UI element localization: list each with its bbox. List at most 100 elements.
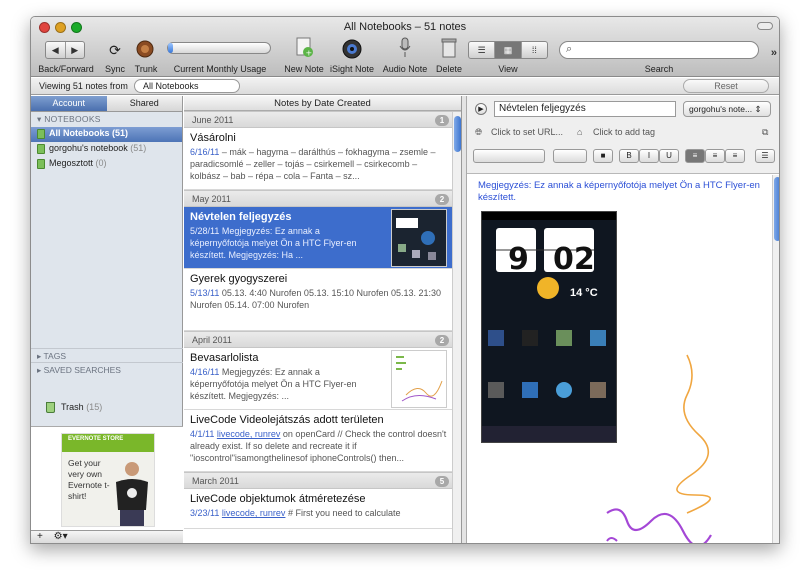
trash-icon [46,402,55,413]
sync-icon[interactable]: ⟳ [105,40,125,60]
notebook-count: (0) [95,158,107,168]
font-select[interactable] [473,149,545,163]
align-right-button[interactable]: ≡ [725,149,745,163]
view-label: View [498,64,518,74]
notebook-scope-dropdown[interactable]: All Notebooks [134,79,240,93]
filter-bar: Viewing 51 notes from All Notebooks Rese… [31,78,779,95]
note-thumbnail [391,350,447,408]
month-label: March 2011 [192,476,239,486]
notes-list-header[interactable]: Notes by Date Created [184,96,461,111]
notes-list-scrollbar[interactable] [452,112,461,543]
notebooks-section-header[interactable]: ▾ NOTEBOOKS [31,112,182,127]
note-tags[interactable]: livecode, runrev [217,429,281,439]
gear-icon[interactable]: ⚙▾ [54,531,68,542]
note-snippet: 3/23/11 livecode, runrev # First you nee… [190,507,449,519]
tab-account[interactable]: Account [31,96,107,111]
ad-brand: EVERNOTE STORE [62,434,154,452]
reset-button[interactable]: Reset [683,79,769,93]
sidebar-item-trash[interactable]: Trash (15) [31,402,183,413]
note-date: 5/28/11 [190,226,220,236]
note-title: Gyerek gyogyszerei [190,273,288,285]
note-editor: ▶ Névtelen feljegyzés gorgohu's note... … [467,96,779,543]
phone-clock-hour: 9 [508,242,529,277]
search-input[interactable]: ⌕ [559,41,759,59]
tags-section-header[interactable]: ▸ TAGS [31,348,183,362]
tag-field[interactable]: Click to add tag [593,127,655,137]
note-title: LiveCode Videolejátszás adott területen [190,414,384,426]
notebook-icon [37,144,45,154]
note-date: 4/1/11 [190,429,215,439]
bold-button[interactable]: B [619,149,639,163]
search-label: Search [644,64,674,74]
list-item[interactable]: Gyerek gyogyszerei 5/13/11 05.13. 4:40 N… [184,269,461,331]
sidebar: Account Shared ▾ NOTEBOOKS All Notebooks… [31,96,183,543]
isight-camera-icon[interactable] [342,39,362,59]
text-color-button[interactable]: ■ [593,149,613,163]
align-center-button[interactable]: ≡ [705,149,725,163]
note-title: Névtelen feljegyzés [190,211,292,223]
note-tags[interactable]: livecode, runrev [222,508,286,518]
view-switcher[interactable]: ☰ ▦ ⁞⁞ [468,41,548,59]
ad-text: Get your very own Evernote t-shirt! [68,458,110,501]
trunk-label: Trunk [134,64,158,74]
toolbar-overflow-chevron-icon[interactable]: » [771,47,777,59]
sidebar-item-all-notebooks[interactable]: All Notebooks (51) [31,127,182,142]
underline-button[interactable]: U [659,149,679,163]
sidebar-item-megosztott[interactable]: Megosztott (0) [31,157,182,172]
list-item[interactable]: Vásárolni 6/16/11 – mák – hagyma – darál… [184,128,461,190]
trunk-icon[interactable] [135,39,155,59]
list-item-selected[interactable]: Névtelen feljegyzés 5/28/11 Megjegyzés: … [184,207,461,269]
editor-scrollbar[interactable] [772,175,779,543]
evernote-store-ad[interactable]: EVERNOTE STORE Get your very own Evernot… [31,426,183,530]
thumbnail-view-icon[interactable]: ⁞⁞ [522,42,547,58]
notebook-count: (51) [112,128,129,138]
sidebar-item-gorgohu-notebook[interactable]: gorgohu's notebook (51) [31,142,182,157]
note-snippet: 4/16/11 Megjegyzés: Ez annak a képernyőf… [190,366,380,402]
microphone-icon[interactable] [395,37,415,58]
card-view-icon[interactable]: ▦ [495,42,522,58]
phone-clock-minutes: 02 [553,242,595,277]
back-forward-control[interactable]: ◀ ▶ [45,41,85,59]
list-button[interactable]: ☰ [755,149,775,163]
delete-label: Delete [435,64,462,74]
list-item[interactable]: LiveCode Videolejátszás adott területen … [184,410,461,472]
notebooks-header-label: NOTEBOOKS [44,114,101,124]
month-count-badge: 2 [435,335,449,346]
italic-button[interactable]: I [639,149,659,163]
viewing-count-label: Viewing 51 notes from [39,81,128,91]
notebook-name: Megosztott [49,158,94,168]
list-view-icon[interactable]: ☰ [469,42,496,58]
info-icon[interactable]: ⧉ [762,127,768,138]
note-title: Vásárolni [190,132,236,144]
saved-searches-section-header[interactable]: ▸ SAVED SEARCHES [31,362,183,376]
add-notebook-button[interactable]: + [37,531,43,542]
forward-arrow-icon[interactable]: ▶ [66,42,85,58]
list-item[interactable]: Bevasarlolista 4/16/11 Megjegyzés: Ez an… [184,348,461,410]
trash-count: (15) [86,402,103,412]
toolbar-toggle-button[interactable] [757,22,773,30]
note-snippet: 5/13/11 05.13. 4:40 Nurofen 05.13. 15:10… [190,287,449,311]
notebook-count: (51) [130,143,147,153]
note-title-field[interactable]: Névtelen feljegyzés [494,101,676,117]
scroll-thumb[interactable] [454,116,461,152]
align-left-button[interactable]: ≡ [685,149,705,163]
new-note-icon[interactable]: + [294,37,314,58]
play-icon[interactable]: ▶ [475,103,487,115]
tab-shared[interactable]: Shared [106,96,182,111]
back-forward-label: Back/Forward [38,64,94,74]
font-size-select[interactable] [553,149,587,163]
monthly-usage-label: Current Monthly Usage [173,64,267,74]
note-snippet: 4/1/11 livecode, runrev on openCard // C… [190,428,449,464]
notebook-select[interactable]: gorgohu's note... ⇕ [683,101,771,117]
note-body[interactable]: Megjegyzés: Ez annak a képernyőfotója me… [467,175,772,543]
note-snippet-text: – mák – hagyma – darálthús – fokhagyma –… [190,147,436,181]
sidebar-tabs: Account Shared [31,96,182,112]
url-field[interactable]: Click to set URL... [491,127,563,137]
trash-delete-icon[interactable] [439,38,459,58]
back-arrow-icon[interactable]: ◀ [46,42,66,58]
scroll-thumb[interactable] [774,177,779,241]
month-header-may: May 2011 2 [184,190,461,207]
tags-header-label: TAGS [43,351,66,361]
notebook-name: All Notebooks [49,128,110,138]
list-item[interactable]: LiveCode objektumok átméretezése 3/23/11… [184,489,461,529]
